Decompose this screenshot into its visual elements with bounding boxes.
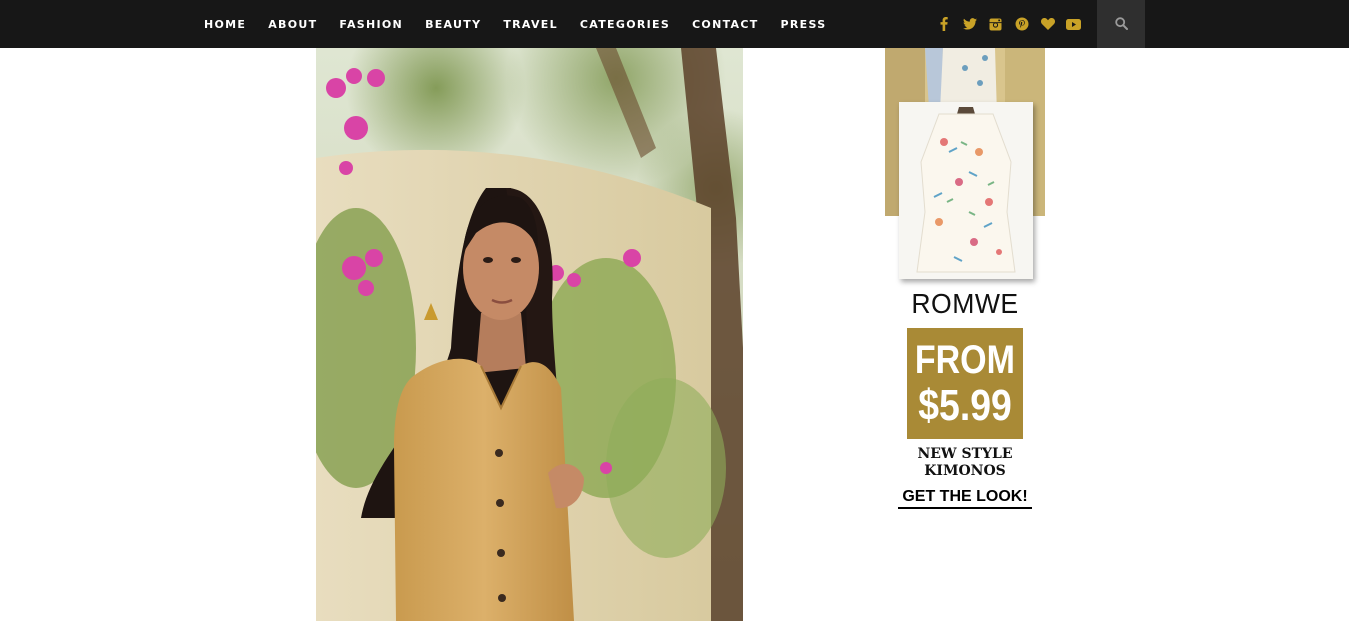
nav-categories[interactable]: CATEGORIES: [580, 18, 670, 31]
ad-subtitle-line2: KIMONOS: [924, 463, 1006, 479]
youtube-icon[interactable]: [1066, 17, 1081, 32]
social-links: [936, 0, 1081, 48]
ad-product-image: [899, 102, 1033, 279]
ad-price-from: FROM: [914, 337, 1016, 382]
twitter-icon[interactable]: [962, 17, 977, 32]
nav-about[interactable]: ABOUT: [268, 18, 317, 31]
facebook-icon[interactable]: [936, 17, 951, 32]
nav-beauty[interactable]: BEAUTY: [425, 18, 481, 31]
nav-press[interactable]: PRESS: [781, 18, 827, 31]
pinterest-icon[interactable]: [1014, 17, 1029, 32]
ad-subtitle-line1: NEW STYLE: [917, 446, 1013, 462]
nav-travel[interactable]: TRAVEL: [503, 18, 558, 31]
instagram-icon[interactable]: [988, 17, 1003, 32]
nav-contact[interactable]: CONTACT: [692, 18, 758, 31]
nav-home[interactable]: HOME: [204, 18, 246, 31]
sidebar-ad[interactable]: ROMWE FROM $5.99 NEW STYLE KIMONOS GET T…: [885, 48, 1045, 518]
search-icon: [1114, 15, 1128, 34]
ad-cta-link[interactable]: GET THE LOOK!: [898, 488, 1032, 509]
top-navigation-bar: HOME ABOUT FASHION BEAUTY TRAVEL CATEGOR…: [0, 0, 1349, 48]
ad-price-badge: FROM $5.99: [907, 328, 1023, 439]
ad-brand-logo: ROMWE: [911, 288, 1019, 319]
ad-subtitle: NEW STYLE KIMONOS: [885, 446, 1045, 480]
hero-photo: [316, 48, 743, 621]
main-nav: HOME ABOUT FASHION BEAUTY TRAVEL CATEGOR…: [204, 0, 848, 48]
search-button[interactable]: [1097, 0, 1145, 48]
ad-price-value: $5.99: [918, 380, 1012, 430]
nav-fashion[interactable]: FASHION: [339, 18, 403, 31]
heart-icon[interactable]: [1040, 17, 1055, 32]
